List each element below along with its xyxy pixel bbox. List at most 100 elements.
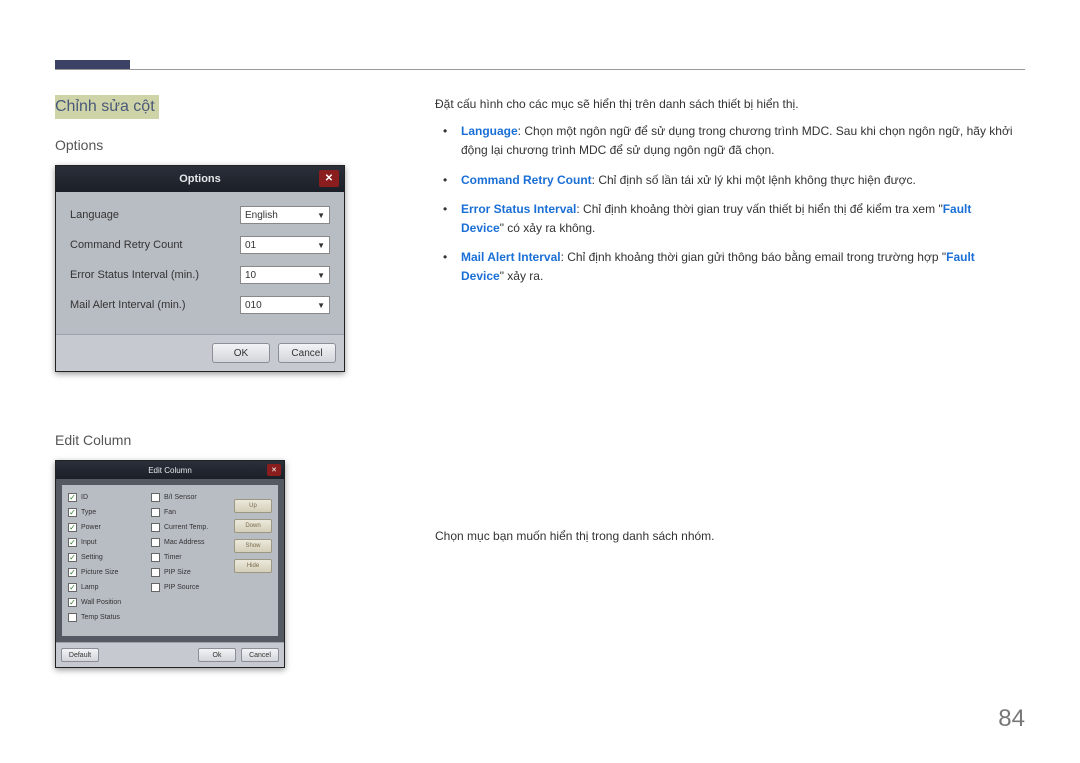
ok-button[interactable]: Ok (198, 648, 236, 662)
checkbox-icon[interactable] (151, 568, 160, 577)
checkbox-icon[interactable]: ✓ (68, 568, 77, 577)
checkbox-icon[interactable]: ✓ (68, 508, 77, 517)
checkbox-icon[interactable] (151, 553, 160, 562)
checkbox-row[interactable]: ✓ Input (68, 538, 151, 547)
checkbox-icon[interactable] (68, 613, 77, 622)
checkbox-icon[interactable] (151, 538, 160, 547)
options-heading: Options (55, 137, 395, 153)
bullet-errint: Error Status Interval: Chỉ định khoảng t… (461, 200, 1015, 238)
opt-retry-value: 01 (245, 240, 256, 251)
opt-retry-label: Command Retry Count (70, 239, 183, 251)
show-button[interactable]: Show (234, 539, 272, 553)
checkbox-row[interactable]: PIP Size (151, 568, 234, 577)
bullet-language-text: : Chọn một ngôn ngữ để sử dụng trong chư… (461, 124, 1013, 157)
opt-mailint-value: 010 (245, 300, 262, 311)
checkbox-row[interactable]: ✓ Lamp (68, 583, 151, 592)
cancel-button[interactable]: Cancel (241, 648, 279, 662)
checkbox-label: Wall Position (81, 599, 121, 606)
checkbox-label: Current Temp. (164, 524, 208, 531)
default-button[interactable]: Default (61, 648, 99, 662)
checkbox-icon[interactable] (151, 583, 160, 592)
checkbox-label: Temp Status (81, 614, 120, 621)
checkbox-row[interactable]: ✓ Power (68, 523, 151, 532)
checkbox-label: Power (81, 524, 101, 531)
bullet-mail: Mail Alert Interval: Chỉ định khoảng thờ… (461, 248, 1015, 286)
options-dialog-title: Options ✕ (56, 166, 344, 192)
bullet-mail-key: Mail Alert Interval (461, 250, 561, 264)
bullet-mail-text-b: " xảy ra. (500, 269, 544, 283)
opt-language-label: Language (70, 209, 119, 221)
checkbox-icon[interactable]: ✓ (68, 538, 77, 547)
checkbox-label: PIP Source (164, 584, 199, 591)
bullet-retry-key: Command Retry Count (461, 173, 592, 187)
chevron-down-icon: ▼ (317, 211, 325, 220)
header-rule (55, 69, 1025, 70)
checkbox-row[interactable]: Mac Address (151, 538, 234, 547)
bullet-errint-key: Error Status Interval (461, 202, 576, 216)
chevron-down-icon: ▼ (317, 301, 325, 310)
bullet-errint-text-a: : Chỉ định khoảng thời gian truy vấn thi… (576, 202, 942, 216)
checkbox-icon[interactable]: ✓ (68, 493, 77, 502)
bullet-mail-text-a: : Chỉ định khoảng thời gian gửi thông bá… (561, 250, 947, 264)
opt-language-select[interactable]: English ▼ (240, 206, 330, 224)
checkbox-label: Timer (164, 554, 182, 561)
checkbox-icon[interactable]: ✓ (68, 523, 77, 532)
edit-column-desc: Chọn mục bạn muốn hiển thị trong danh sá… (435, 527, 1015, 546)
checkbox-label: ID (81, 494, 88, 501)
up-button[interactable]: Up (234, 499, 272, 513)
checkbox-row[interactable]: Current Temp. (151, 523, 234, 532)
checkbox-label: Fan (164, 509, 176, 516)
checkbox-icon[interactable] (151, 523, 160, 532)
checkbox-icon[interactable] (151, 493, 160, 502)
opt-mailint-label: Mail Alert Interval (min.) (70, 299, 186, 311)
bullet-language: Language: Chọn một ngôn ngữ để sử dụng t… (461, 122, 1015, 160)
opt-mailint-select[interactable]: 010 ▼ (240, 296, 330, 314)
checkbox-label: Picture Size (81, 569, 118, 576)
checkbox-row[interactable]: ✓ Type (68, 508, 151, 517)
cancel-button[interactable]: Cancel (278, 343, 336, 363)
checkbox-label: Setting (81, 554, 103, 561)
opt-errint-label: Error Status Interval (min.) (70, 269, 199, 281)
opt-retry-select[interactable]: 01 ▼ (240, 236, 330, 254)
checkbox-row[interactable]: ✓ Picture Size (68, 568, 151, 577)
checkbox-row[interactable]: ✓ Wall Position (68, 598, 151, 607)
checkbox-label: PIP Size (164, 569, 191, 576)
checkbox-row[interactable]: ✓ Setting (68, 553, 151, 562)
checkbox-label: Mac Address (164, 539, 204, 546)
edit-dialog-title-text: Edit Column (148, 466, 192, 475)
checkbox-icon[interactable]: ✓ (68, 553, 77, 562)
bullet-errint-text-b: " có xảy ra không. (500, 221, 596, 235)
options-dialog-title-text: Options (179, 173, 221, 185)
page-number: 84 (998, 705, 1025, 733)
checkbox-icon[interactable]: ✓ (68, 598, 77, 607)
bullet-language-key: Language (461, 124, 518, 138)
bullet-retry-text: : Chỉ định số lần tái xử lý khi một lệnh… (592, 173, 916, 187)
bullet-retry: Command Retry Count: Chỉ định số lần tái… (461, 171, 1015, 190)
options-dialog: Options ✕ Language English ▼ Command Ret… (55, 165, 345, 372)
checkbox-row[interactable]: Timer (151, 553, 234, 562)
edit-column-dialog: Edit Column ✕ ✓ ID ✓ Type ✓ Power ✓ Input ✓ Setti… (55, 460, 285, 668)
hide-button[interactable]: Hide (234, 559, 272, 573)
edit-dialog-title: Edit Column ✕ (56, 461, 284, 479)
checkbox-row[interactable]: Temp Status (68, 613, 151, 622)
down-button[interactable]: Down (234, 519, 272, 533)
chevron-down-icon: ▼ (317, 271, 325, 280)
section-title: Chỉnh sửa cột (55, 95, 159, 119)
ok-button[interactable]: OK (212, 343, 270, 363)
close-icon[interactable]: ✕ (267, 464, 281, 476)
checkbox-row[interactable]: ✓ ID (68, 493, 151, 502)
close-icon[interactable]: ✕ (319, 170, 339, 187)
checkbox-label: Input (81, 539, 97, 546)
checkbox-row[interactable]: B/I Sensor (151, 493, 234, 502)
checkbox-row[interactable]: PIP Source (151, 583, 234, 592)
checkbox-row[interactable]: Fan (151, 508, 234, 517)
opt-errint-select[interactable]: 10 ▼ (240, 266, 330, 284)
checkbox-label: Lamp (81, 584, 99, 591)
checkbox-icon[interactable]: ✓ (68, 583, 77, 592)
checkbox-label: Type (81, 509, 96, 516)
intro-text: Đặt cấu hình cho các mục sẽ hiển thị trê… (435, 95, 1015, 114)
opt-errint-value: 10 (245, 270, 256, 281)
checkbox-icon[interactable] (151, 508, 160, 517)
opt-language-value: English (245, 210, 278, 221)
chevron-down-icon: ▼ (317, 241, 325, 250)
